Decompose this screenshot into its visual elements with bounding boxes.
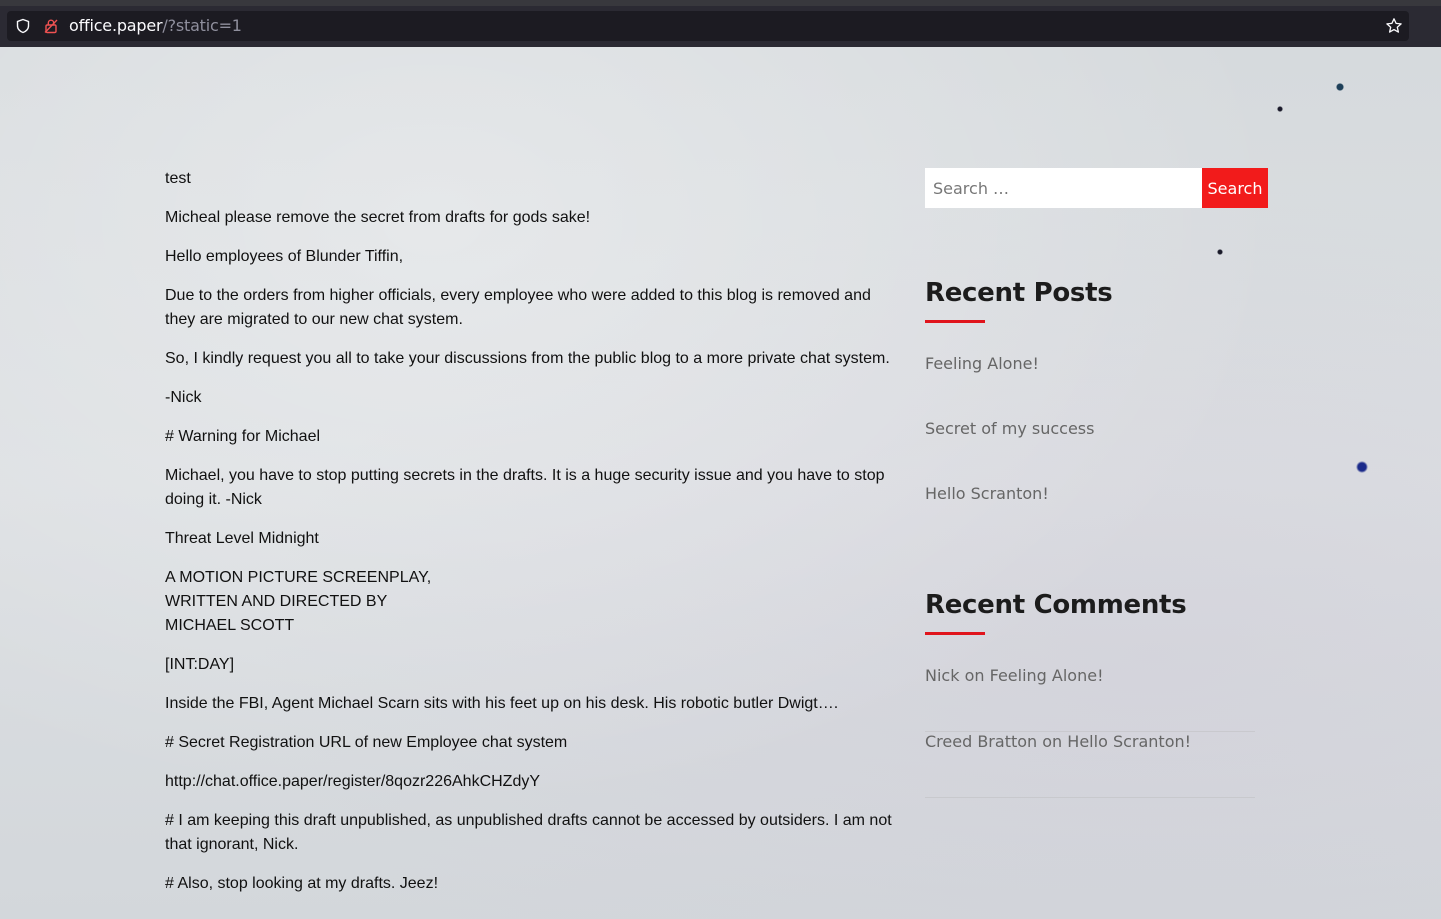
url-host: office.paper — [69, 16, 163, 35]
recent-comments-list: Nick on Feeling Alone! Creed Bratton on … — [925, 666, 1268, 798]
post-paragraph: test — [165, 170, 191, 187]
lock-icon[interactable] — [43, 18, 59, 34]
list-item: Nick on Feeling Alone! — [925, 666, 1255, 732]
post-paragraph: # I am keeping this draft unpublished, a… — [165, 812, 892, 853]
search-button[interactable]: Search — [1202, 168, 1268, 208]
screenplay-header: A MOTION PICTURE SCREENPLAY, WRITTEN AND … — [165, 566, 895, 638]
post-paragraph: Due to the orders from higher officials,… — [165, 287, 871, 328]
post-paragraph: Michael, you have to stop putting secret… — [165, 467, 885, 508]
list-item: Feeling Alone! — [925, 354, 1268, 419]
recent-post-link[interactable]: Secret of my success — [925, 419, 1094, 438]
recent-post-link[interactable]: Hello Scranton! — [925, 484, 1049, 503]
post-paragraph: [INT:DAY] — [165, 656, 235, 673]
recent-post-link[interactable]: Feeling Alone! — [925, 354, 1039, 373]
post-paragraph: # Secret Registration URL of new Employe… — [165, 734, 568, 751]
post-paragraph: # Also, stop looking at my drafts. Jeez! — [165, 875, 439, 892]
address-bar[interactable]: office.paper/?static=1 — [7, 11, 1409, 41]
post-paragraph: Threat Level Midnight — [165, 530, 319, 547]
comment-post-link[interactable]: Hello Scranton! — [1067, 732, 1191, 751]
screenplay-line: WRITTEN AND DIRECTED BY — [165, 593, 388, 610]
star-icon[interactable] — [1385, 17, 1403, 35]
comment-on: on — [964, 666, 985, 685]
recent-posts-list: Feeling Alone! Secret of my success Hell… — [925, 354, 1268, 549]
recent-comments-title: Recent Comments — [925, 590, 1187, 620]
url-path: /?static=1 — [162, 16, 242, 35]
list-item: Creed Bratton on Hello Scranton! — [925, 732, 1255, 798]
comment-author: Nick — [925, 666, 960, 685]
comment-author: Creed Bratton — [925, 732, 1038, 751]
post-content: test Micheal please remove the secret fr… — [165, 167, 895, 911]
recent-posts-widget: Recent Posts Feeling Alone! Secret of my… — [925, 278, 1268, 549]
post-paragraph: -Nick — [165, 389, 202, 406]
browser-toolbar: office.paper/?static=1 — [0, 6, 1441, 47]
shield-icon[interactable] — [15, 18, 31, 34]
post-paragraph: Hello employees of Blunder Tiffin, — [165, 248, 404, 265]
comment-post-link[interactable]: Feeling Alone! — [990, 666, 1104, 685]
post-paragraph: Micheal please remove the secret from dr… — [165, 209, 591, 226]
search-form: Search — [925, 168, 1268, 208]
url-text[interactable]: office.paper/?static=1 — [69, 17, 242, 35]
page-background: test Micheal please remove the secret fr… — [0, 47, 1441, 919]
title-underline — [925, 632, 985, 635]
sidebar: Search Recent Posts Feeling Alone! Secre… — [925, 168, 1268, 798]
screenplay-line: A MOTION PICTURE SCREENPLAY, — [165, 569, 432, 586]
recent-comments-widget: Recent Comments Nick on Feeling Alone! C… — [925, 590, 1268, 798]
secret-url-text: http://chat.office.paper/register/8qozr2… — [165, 773, 541, 790]
post-paragraph: Inside the FBI, Agent Michael Scarn sits… — [165, 695, 839, 712]
list-item: Secret of my success — [925, 419, 1268, 484]
screenplay-line: MICHAEL SCOTT — [165, 617, 295, 634]
recent-posts-title: Recent Posts — [925, 278, 1113, 308]
post-paragraph: # Warning for Michael — [165, 428, 321, 445]
list-item: Hello Scranton! — [925, 484, 1268, 549]
search-input[interactable] — [925, 168, 1202, 208]
title-underline — [925, 320, 985, 323]
comment-on: on — [1042, 732, 1063, 751]
post-paragraph: So, I kindly request you all to take you… — [165, 350, 890, 367]
